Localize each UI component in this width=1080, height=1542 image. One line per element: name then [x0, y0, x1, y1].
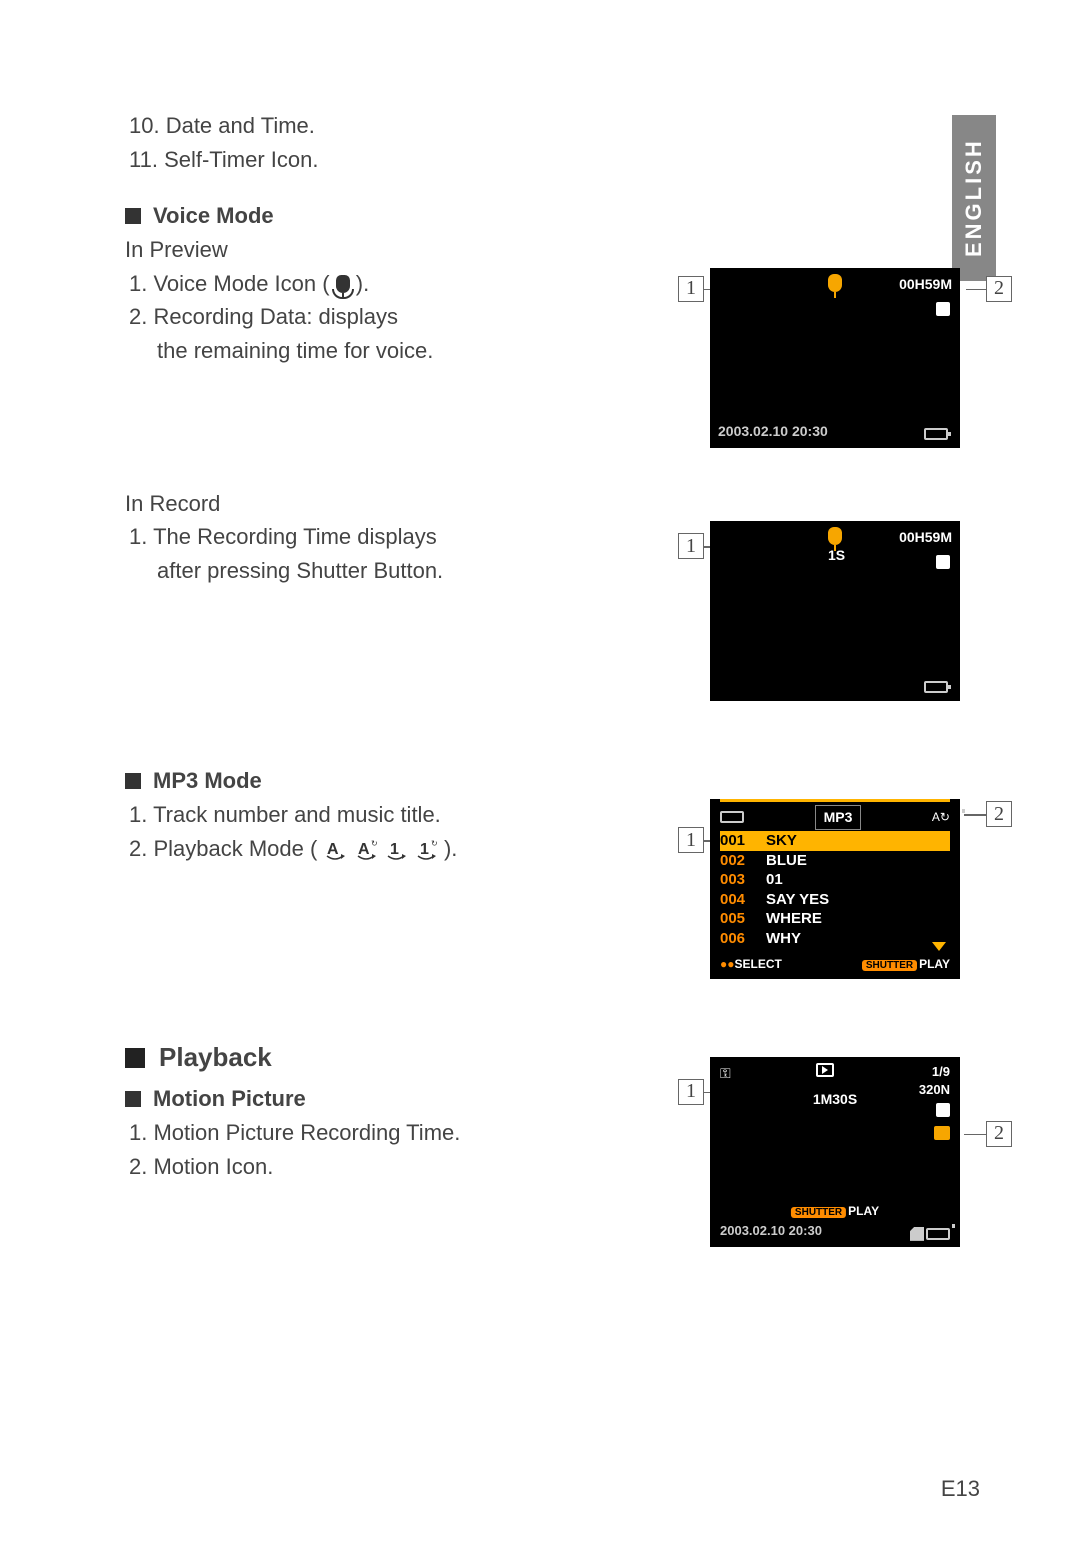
list-item: 001SKY [720, 831, 950, 851]
voice-record-figure: 1 00H59M 1S [690, 521, 980, 701]
mp3-figure: 1 2 MP3 A↻ 001SKY 002BLUE 00301 004S [690, 799, 980, 979]
page-number: E13 [941, 1476, 980, 1502]
callout-1: 1 [678, 533, 704, 559]
recording-time: 1M30S [813, 1089, 857, 1109]
callout-1: 1 [678, 827, 704, 853]
list-item: 00301 [720, 870, 950, 890]
list-item: 10. Date and Time. [129, 110, 980, 142]
lock-icon [936, 1103, 950, 1117]
subheading-preview: In Preview [125, 234, 980, 266]
battery-icon [926, 1228, 950, 1240]
lock-icon [936, 302, 950, 316]
text: 1. Voice Mode Icon ( [129, 271, 336, 296]
list-item: 002BLUE [720, 851, 950, 871]
callout-1: 1 [678, 276, 704, 302]
language-tab: ENGLISH [952, 115, 996, 281]
time-remaining: 00H59M [899, 274, 952, 294]
microphone-icon [828, 527, 842, 545]
svg-text:A: A [327, 841, 339, 858]
leader-line [966, 289, 986, 291]
voice-preview-screen: 00H59M 2003.02.10 20:30 [710, 268, 960, 448]
playback-mode-icon: 1↻ [414, 836, 438, 860]
mp3-screen: MP3 A↻ 001SKY 002BLUE 00301 004SAY YES 0… [710, 799, 960, 979]
content-area: 10. Date and Time. 11. Self-Timer Icon. … [125, 110, 980, 1247]
list-item: 1. Track number and music title. [129, 799, 555, 831]
battery-icon [720, 811, 744, 823]
list-item: 005WHERE [720, 909, 950, 929]
scroll-down-icon [932, 942, 946, 951]
square-bullet-icon [125, 1091, 141, 1107]
manual-page: ENGLISH 10. Date and Time. 11. Self-Time… [0, 0, 1080, 1542]
motion-icon [934, 1126, 950, 1140]
list-item: 11. Self-Timer Icon. [129, 144, 980, 176]
playback-screen: ⚿ 1/9 320N 1M30S SHUTTERPLAY [710, 1057, 960, 1247]
frame-counter: 1/9 [919, 1063, 950, 1081]
subheading-record: In Record [125, 488, 980, 520]
elapsed-time: 1S [828, 545, 845, 565]
callout-2: 2 [986, 801, 1012, 827]
leader-line [964, 1134, 986, 1136]
list-item: 1. The Recording Time displays [129, 521, 555, 553]
section-voice-mode: Voice Mode [125, 200, 980, 232]
list-item: 004SAY YES [720, 890, 950, 910]
square-bullet-icon [125, 208, 141, 224]
list-item: 1. Motion Picture Recording Time. [129, 1117, 555, 1149]
microphone-icon [336, 275, 350, 293]
datetime: 2003.02.10 20:30 [718, 421, 828, 441]
playback-mode-icon: 1 [384, 836, 408, 860]
voice-record-screen: 00H59M 1S [710, 521, 960, 701]
mp3-header-label: MP3 [815, 805, 862, 829]
resolution: 320N [919, 1081, 950, 1099]
square-bullet-icon [125, 1048, 145, 1068]
svg-text:↻: ↻ [431, 839, 438, 848]
voice-preview-figure: 1 2 00H59M 2003.02.10 20:30 [690, 268, 980, 448]
heading-label: MP3 Mode [153, 765, 262, 797]
square-bullet-icon [125, 773, 141, 789]
battery-icon [924, 428, 948, 440]
list-item: 006WHY [720, 929, 950, 949]
footer-select: SELECT [735, 957, 782, 971]
play-label: PLAY [848, 1204, 879, 1218]
play-mode-icon [816, 1063, 834, 1077]
heading-label: Voice Mode [153, 200, 274, 232]
list-item: 2. Recording Data: displays [129, 301, 555, 333]
playback-mode-icon: A↻ [354, 836, 378, 860]
callout-2: 2 [986, 1121, 1012, 1147]
text: ). [356, 271, 369, 296]
shutter-badge: SHUTTER [862, 960, 917, 971]
list-item: 2. Motion Icon. [129, 1151, 555, 1183]
heading-label: Motion Picture [153, 1083, 306, 1115]
list-item-cont: after pressing Shutter Button. [129, 555, 555, 587]
microphone-icon [828, 274, 842, 292]
leader-line [964, 814, 986, 816]
list-item-cont: the remaining time for voice. [129, 335, 555, 367]
text: ). [444, 836, 457, 861]
list-item: 1. Voice Mode Icon ( ). [129, 268, 555, 300]
playback-mode-icon: A↻ [932, 809, 950, 826]
sd-card-icon [910, 1227, 924, 1241]
lock-icon [936, 555, 950, 569]
callout-2: 2 [986, 276, 1012, 302]
heading-label: Playback [159, 1039, 272, 1077]
section-mp3-mode: MP3 Mode [125, 765, 980, 797]
battery-icon [924, 681, 948, 693]
datetime: 2003.02.10 20:30 [720, 1222, 822, 1241]
svg-text:A: A [358, 841, 370, 858]
shutter-badge: SHUTTER [791, 1207, 846, 1218]
mp3-track-list: 001SKY 002BLUE 00301 004SAY YES 005WHERE… [720, 831, 950, 948]
text: 2. Playback Mode ( [129, 836, 323, 861]
footer-play: PLAY [919, 957, 950, 971]
motion-figure: 1 2 ⚿ 1/9 320N 1M30S [690, 1057, 980, 1247]
key-icon: ⚿ [720, 1063, 731, 1083]
svg-text:1: 1 [390, 841, 399, 858]
list-item: 2. Playback Mode ( A A↻ 1 1↻ ). [129, 833, 555, 865]
time-remaining: 00H59M [899, 527, 952, 547]
svg-text:1: 1 [420, 841, 429, 858]
playback-mode-icon: A [323, 836, 347, 860]
callout-1: 1 [678, 1079, 704, 1105]
svg-text:↻: ↻ [371, 839, 378, 848]
